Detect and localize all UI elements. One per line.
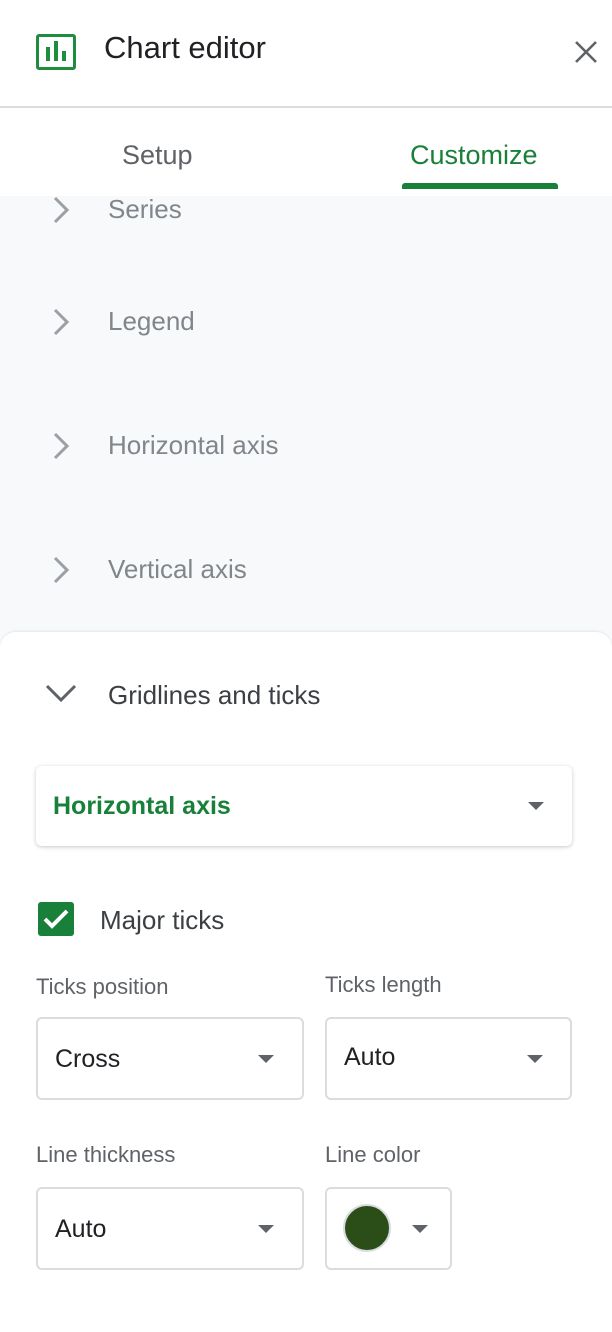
editor-title: Chart editor [104, 30, 266, 65]
line-color-label: Line color [325, 1142, 421, 1167]
chevron-down-icon [45, 684, 77, 703]
ticks-position-label: Ticks position [36, 974, 169, 999]
chart-bar-icon [36, 34, 76, 70]
section-label: Legend [108, 306, 195, 336]
tab-customize[interactable]: Customize [410, 140, 538, 171]
chevron-right-icon [53, 196, 70, 224]
checkmark-icon [43, 909, 69, 929]
section-label: Gridlines and ticks [108, 680, 321, 710]
chevron-right-icon [53, 432, 70, 460]
axis-select-dropdown[interactable]: Horizontal axis [36, 766, 572, 846]
section-vertical-axis[interactable]: Vertical axis [0, 540, 612, 600]
line-thickness-label: Line thickness [36, 1142, 176, 1167]
section-label: Horizontal axis [108, 430, 279, 460]
editor-header: Chart editor [0, 0, 612, 108]
major-ticks-label: Major ticks [100, 905, 225, 935]
section-horizontal-axis[interactable]: Horizontal axis [0, 416, 612, 476]
ticks-position-select[interactable]: Cross [36, 1017, 304, 1100]
ticks-position-value: Cross [55, 1045, 121, 1073]
chevron-right-icon [53, 556, 70, 584]
line-thickness-select[interactable]: Auto [36, 1187, 304, 1270]
dropdown-arrow-icon [412, 1225, 428, 1233]
dropdown-arrow-icon [527, 1055, 543, 1063]
customize-sections: Series Legend Horizontal axis Vertical a… [0, 196, 612, 656]
ticks-length-value: Auto [344, 1043, 396, 1071]
section-label: Series [108, 196, 182, 224]
line-thickness-value: Auto [55, 1215, 107, 1243]
active-tab-indicator [402, 183, 558, 189]
axis-select-value: Horizontal axis [53, 792, 231, 820]
section-series[interactable]: Series [0, 196, 612, 240]
dropdown-arrow-icon [258, 1225, 274, 1233]
color-swatch [343, 1204, 391, 1252]
section-gridlines-and-ticks[interactable]: Gridlines and ticks [0, 664, 612, 724]
ticks-length-select[interactable]: Auto [325, 1017, 572, 1100]
major-ticks-checkbox[interactable] [38, 902, 74, 936]
section-legend[interactable]: Legend [0, 292, 612, 352]
line-color-picker[interactable] [325, 1187, 452, 1270]
close-icon[interactable] [570, 36, 602, 68]
ticks-length-label: Ticks length [325, 972, 442, 997]
chevron-right-icon [53, 308, 70, 336]
section-label: Vertical axis [108, 554, 247, 584]
dropdown-arrow-icon [258, 1055, 274, 1063]
tab-setup[interactable]: Setup [122, 140, 193, 171]
dropdown-arrow-icon [528, 802, 544, 810]
